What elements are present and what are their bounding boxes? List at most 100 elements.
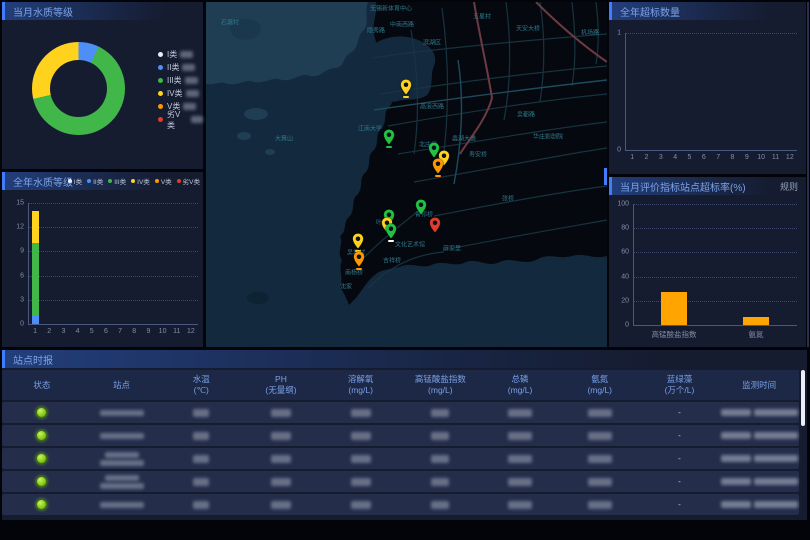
value-cell [400,501,480,509]
stacked-bar-segment[interactable] [32,316,39,324]
exceedance-chart[interactable]: 10123456789101112 [625,33,797,150]
redacted-timestamp [754,501,798,508]
value-cell [161,409,241,417]
map-pin-icon[interactable] [432,158,444,174]
legend-item[interactable]: I类 [68,176,82,186]
value-cell [400,432,480,440]
map-pin-icon[interactable] [415,199,427,215]
map-place-label: 无锡新体育中心 [370,4,412,13]
panel-title-text: 当月评价指标站点超标率(%) [620,179,746,194]
annual-legend: I类 II类 III类 IV类 V类 劣V类 [68,172,200,190]
legend-item[interactable]: V类 [155,176,172,186]
x-tick-label: 4 [76,328,80,335]
y-tick-label: 1 [617,30,621,37]
algae-value: - [678,431,681,440]
map-pin-icon[interactable] [400,79,412,95]
redacted-station-name [105,452,139,458]
table-row[interactable]: - [2,448,799,469]
column-header-line: 蓝绿藻 [667,374,693,385]
legend-item[interactable]: III类 [108,176,126,186]
map-place-label: 蠡湖大道 [452,134,476,143]
table-row[interactable]: - [2,402,799,423]
table-scrollbar[interactable] [801,370,805,426]
time-cell [719,501,799,508]
right-edge-strip [807,2,809,347]
y-axis-line [625,33,626,150]
redacted-value [271,501,291,509]
legend-label: III类 [167,75,182,86]
column-header: 总磷(mg/L) [480,370,560,400]
x-tick-label: 7 [716,154,720,161]
column-header-line: (万个/L) [665,385,695,396]
legend-item[interactable]: III类 [158,74,203,87]
redacted-station-name [105,475,139,481]
redacted-value [351,478,371,486]
gridline [28,300,198,301]
y-tick-label: 80 [621,225,629,232]
column-header: 水温(℃) [161,370,241,400]
legend-dot-icon [158,52,163,57]
algae-cell: - [640,408,720,417]
map-pin-icon[interactable] [352,233,364,249]
rate-bar[interactable] [661,292,687,325]
legend-item[interactable]: I类 [158,48,203,61]
map-pin-icon[interactable] [385,223,397,239]
x-tick-label: 6 [702,154,706,161]
x-tick-label: 8 [731,154,735,161]
time-cell [719,432,799,439]
legend-item[interactable]: II类 [87,176,103,186]
legend-item[interactable]: IV类 [158,87,203,100]
stacked-bar-segment[interactable] [32,243,39,316]
x-tick-label: 5 [688,154,692,161]
legend-dot-icon [177,179,181,183]
legend-label: IV类 [167,88,183,99]
redacted-value [588,501,612,509]
rules-link[interactable]: 规则 [780,177,798,195]
value-cell [480,455,560,463]
y-tick-label: 0 [20,321,24,328]
status-cell [2,476,82,487]
legend-item[interactable]: II类 [158,61,203,74]
map-pin-icon[interactable] [353,251,365,267]
legend-dot-icon [87,179,91,183]
legend-item[interactable]: IV类 [131,176,150,186]
redacted-value [186,90,199,97]
table-row[interactable]: - [2,471,799,492]
legend-label: 劣V类 [183,176,200,186]
column-header: 溶解氧(mg/L) [321,370,401,400]
map-place-label: 五星村 [473,12,491,21]
panel-title-text: 全年超标数量 [620,4,680,19]
legend-dot-icon [155,179,159,183]
panel-title-text: 当月水质等级 [13,4,73,19]
pin-base-mark [356,268,362,270]
donut-legend: I类II类III类IV类V类劣V类 [158,48,203,126]
gridline [633,252,797,253]
map[interactable]: 无锡新体育中心中南西路隐秀路滨湖区五星村天安大桥机场路高浪西路江南大学北庄桥蠡湖… [206,2,607,347]
table-row[interactable]: - [2,494,799,515]
redacted-value [431,409,449,417]
annual-bar-chart[interactable]: 15129630123456789101112 [28,203,198,324]
column-header-line: PH [275,374,287,385]
redacted-value [271,432,291,440]
panel-station-report: 站点时报 状态站点水温(℃)PH(无量纲)溶解氧(mg/L)高锰酸盐指数(mg/… [2,350,807,520]
gridline [28,227,198,228]
column-header: 监测时间 [719,370,799,400]
table-row[interactable]: - [2,425,799,446]
status-cell [2,453,82,464]
y-tick-label: 12 [16,224,24,231]
donut-chart[interactable] [32,42,125,135]
rate-bar-chart[interactable]: 100806040200高锰酸盐指数氨氮 [633,204,797,325]
redacted-value [193,455,209,463]
value-cell [560,478,640,486]
column-header-line: 溶解氧 [348,374,374,385]
column-header-line: 总磷 [512,374,529,385]
map-pin-icon[interactable] [429,217,441,233]
stacked-bar-segment[interactable] [32,211,39,243]
map-pin-icon[interactable] [383,129,395,145]
legend-item[interactable]: 劣V类 [158,113,203,126]
map-scrollbar[interactable] [604,168,607,185]
redacted-value [588,409,612,417]
rate-bar[interactable] [743,317,769,325]
legend-item[interactable]: 劣V类 [177,176,200,186]
legend-label: I类 [167,49,177,60]
